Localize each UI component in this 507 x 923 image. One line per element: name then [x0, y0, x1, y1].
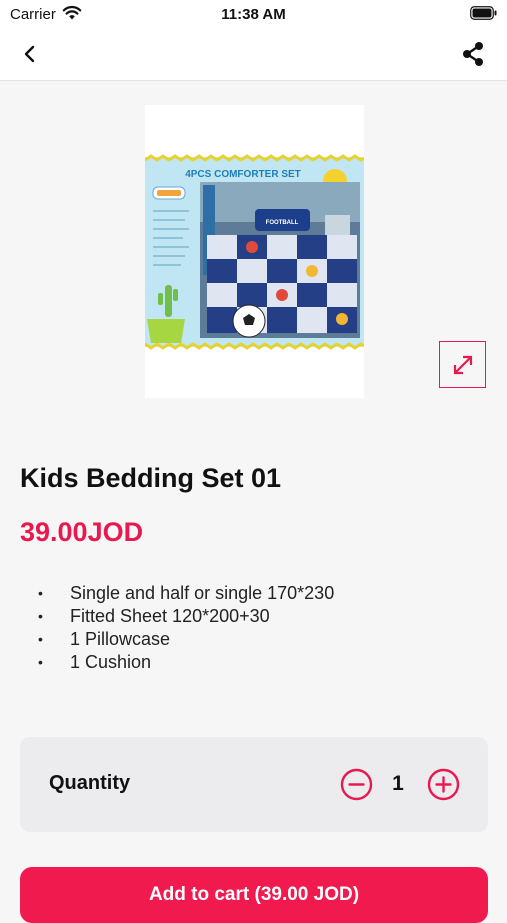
expand-image-button[interactable]	[439, 341, 486, 388]
product-image[interactable]: 4PCS COMFORTER SET FOOTBALL	[145, 105, 364, 398]
status-bar: Carrier 11:38 AM	[0, 0, 507, 28]
decrease-quantity-button[interactable]	[340, 768, 373, 801]
list-item: • Fitted Sheet 120*200+30	[38, 605, 334, 628]
list-item: • Single and half or single 170*230	[38, 582, 334, 605]
chevron-left-icon	[23, 45, 37, 63]
share-icon	[460, 41, 486, 67]
feature-text: Single and half or single 170*230	[70, 583, 335, 603]
quantity-value: 1	[392, 772, 404, 795]
feature-text: Fitted Sheet 120*200+30	[70, 606, 270, 626]
feature-text: 1 Pillowcase	[70, 629, 171, 649]
increase-quantity-button[interactable]	[427, 768, 460, 801]
list-item: • 1 Cushion	[38, 651, 334, 674]
battery-icon	[470, 6, 497, 20]
product-title: Kids Bedding Set 01	[20, 463, 282, 493]
bullet: •	[38, 654, 43, 670]
minus-circle-icon	[340, 768, 373, 801]
bullet: •	[38, 608, 43, 624]
list-item: • 1 Pillowcase	[38, 628, 334, 651]
share-button[interactable]	[457, 38, 489, 70]
product-price: 39.00JOD	[20, 517, 144, 547]
plus-circle-icon	[427, 768, 460, 801]
back-button[interactable]	[14, 38, 46, 70]
add-to-cart-button[interactable]: Add to cart (39.00 JOD)	[20, 867, 488, 923]
quantity-card: Quantity 1	[20, 737, 488, 832]
package-banner-text: 4PCS COMFORTER SET	[185, 169, 301, 180]
bullet: •	[38, 631, 43, 647]
feature-list: • Single and half or single 170*230 • Fi…	[38, 582, 334, 674]
bullet: •	[38, 585, 43, 601]
expand-diagonal-icon	[450, 352, 476, 378]
quantity-label: Quantity	[49, 772, 131, 794]
feature-text: 1 Cushion	[70, 652, 152, 672]
status-time: 11:38 AM	[221, 6, 286, 23]
pillow-text: FOOTBALL	[266, 220, 299, 226]
navigation-bar	[0, 28, 507, 81]
